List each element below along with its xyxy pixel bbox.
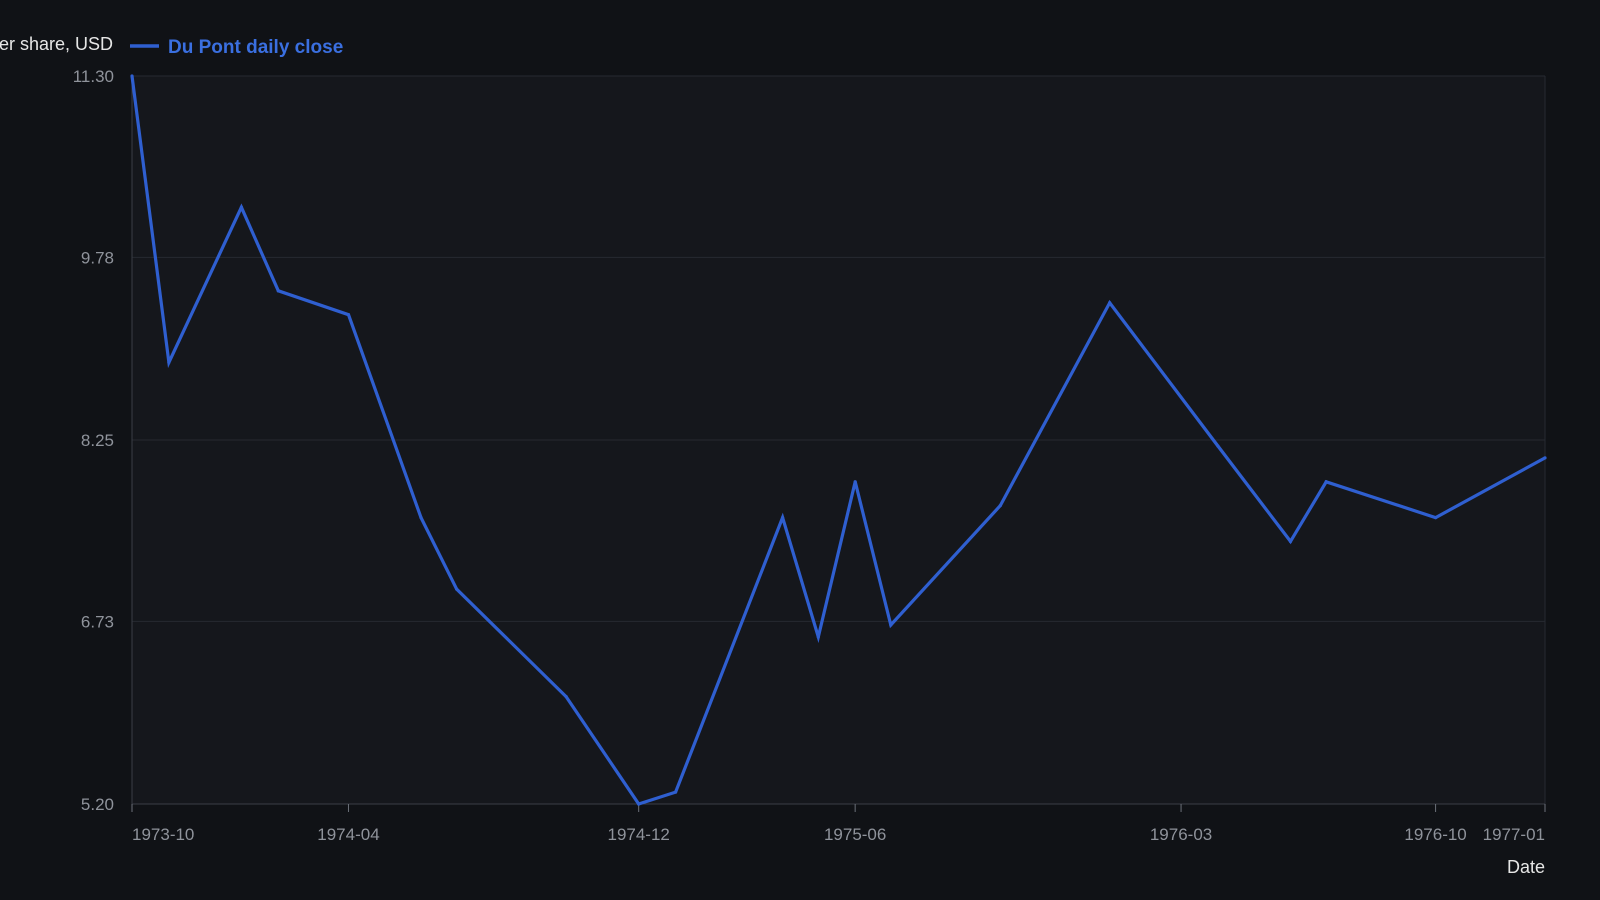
data-point — [889, 623, 893, 627]
data-point — [1543, 456, 1547, 460]
data-point — [1324, 480, 1328, 484]
data-point — [346, 313, 351, 317]
data-point — [564, 694, 568, 699]
data-point — [455, 587, 459, 591]
x-tick-label: 1974-04 — [317, 825, 379, 844]
y-tick-label: 8.25 — [81, 431, 114, 450]
x-tick-label: 1973-10 — [132, 825, 194, 844]
data-point — [130, 74, 134, 78]
x-axis-label: Date — [1507, 857, 1545, 877]
y-axis-label: Price per share, USD — [0, 34, 113, 54]
x-tick-label: 1976-10 — [1404, 825, 1466, 844]
data-point — [673, 790, 678, 794]
data-point — [1433, 515, 1438, 520]
y-tick-label: 6.73 — [81, 612, 114, 631]
data-point — [239, 205, 244, 209]
data-point — [419, 515, 423, 520]
data-point — [998, 504, 1002, 508]
chart-container: 5.20 6.73 8.25 9.78 11.30 1973-10 1974-04 1974-… — [0, 0, 1600, 900]
y-tick-label: 11.30 — [73, 67, 114, 86]
data-point — [1216, 444, 1220, 448]
y-tick-label: 5.20 — [81, 795, 114, 814]
data-point — [276, 289, 280, 293]
x-tick-label: 1976-03 — [1150, 825, 1212, 844]
legend[interactable]: Du Pont daily close — [130, 37, 343, 58]
x-tick-label: 1974-12 — [607, 825, 669, 844]
data-point — [816, 635, 820, 639]
data-point — [637, 802, 641, 806]
data-point — [1288, 539, 1293, 544]
line-chart: 5.20 6.73 8.25 9.78 11.30 1973-10 1974-04 1974-… — [0, 34, 1547, 877]
data-point — [1108, 301, 1112, 305]
data-point — [780, 515, 785, 520]
x-tick-label: 1977-01 — [1483, 825, 1545, 844]
legend-label: Du Pont daily close — [168, 37, 343, 58]
data-point — [167, 360, 171, 365]
x-tick-label: 1975-06 — [824, 825, 886, 844]
data-point — [853, 480, 857, 484]
y-tick-label: 9.78 — [81, 248, 114, 267]
